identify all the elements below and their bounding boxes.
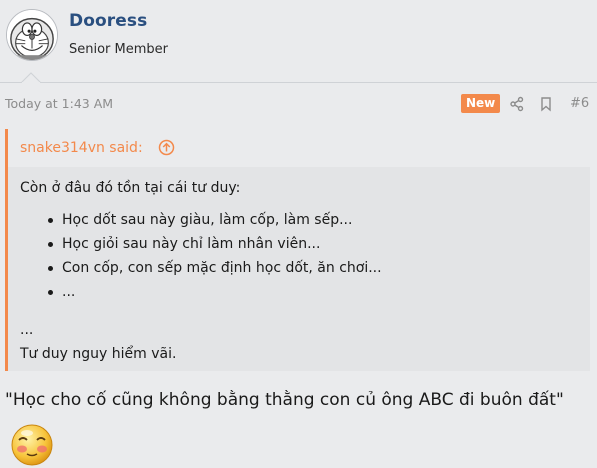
doraemon-avatar-icon[interactable] [6, 9, 58, 61]
message-body: "Học cho cố cũng không bằng thằng con củ… [5, 378, 590, 468]
post-number-link[interactable]: #6 [570, 96, 589, 111]
username-link[interactable]: Dooress [69, 11, 147, 31]
message-user-header: Dooress Senior Member [0, 0, 597, 83]
user-title: Senior Member [69, 42, 169, 57]
share-icon[interactable] [509, 96, 525, 112]
header-divider [0, 82, 597, 83]
quote-content: Còn ở đâu đó tồn tại cái tư duy: Học dốt… [20, 176, 585, 366]
bookmark-icon[interactable] [538, 96, 554, 112]
message-text: "Học cho cố cũng không bằng thằng con củ… [5, 390, 564, 410]
post-timestamp[interactable]: Today at 1:43 AM [5, 96, 113, 111]
list-item: Học giỏi sau này chỉ làm nhân viên... [20, 232, 585, 256]
user-arrow-pointer [21, 72, 41, 83]
quote-title-bar: snake314vn said: [8, 129, 590, 167]
new-badge: New [461, 94, 501, 113]
list-item: Con cốp, con sếp mặc định học dốt, ăn ch… [20, 256, 585, 280]
embarrassed-smile-icon [9, 422, 55, 468]
quote-intro: Còn ở đâu đó tồn tại cái tư duy: [20, 180, 241, 196]
message-attribution: Today at 1:43 AM New #6 [0, 92, 597, 116]
list-item: ... [20, 280, 585, 304]
quote-list: Học dốt sau này giàu, làm cốp, làm sếp..… [20, 208, 585, 304]
quote-outro: Tư duy nguy hiểm vãi. [20, 346, 177, 362]
list-item: Học dốt sau này giàu, làm cốp, làm sếp..… [20, 208, 585, 232]
quote-author-link[interactable]: snake314vn said: [20, 140, 143, 156]
quote-block: snake314vn said: Còn ở đâu đó tồn tại cá… [5, 129, 590, 371]
arrow-circle-up-icon[interactable] [158, 139, 175, 156]
quote-ellipsis: ... [20, 322, 34, 338]
